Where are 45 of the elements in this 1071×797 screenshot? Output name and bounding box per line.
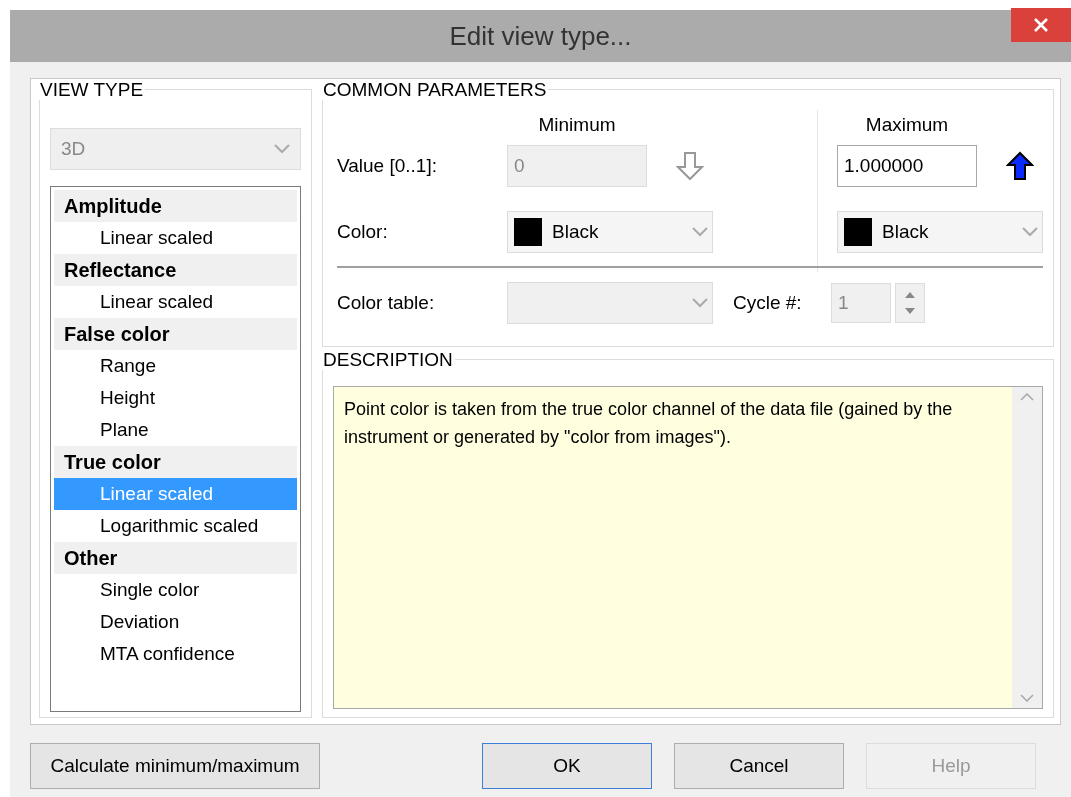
color-name: Black (552, 219, 599, 244)
list-item[interactable]: Plane (54, 414, 297, 446)
down-arrow-icon[interactable] (675, 151, 704, 181)
group-title: COMMON PARAMETERS (321, 80, 549, 100)
scrollbar[interactable] (1012, 387, 1042, 708)
close-icon (1033, 17, 1049, 33)
close-button[interactable] (1011, 8, 1071, 42)
column-heading: Maximum (864, 112, 950, 137)
group-title: DESCRIPTION (321, 350, 455, 370)
dialog-button[interactable]: Cancel (674, 743, 844, 789)
caret-icon (1022, 227, 1038, 237)
list-item[interactable]: Logarithmic scaled (54, 510, 297, 542)
field-label: Cycle #: (733, 290, 803, 315)
caret-icon (692, 298, 708, 308)
up-arrow-icon[interactable] (1005, 151, 1034, 181)
list-item[interactable]: Linear scaled (54, 286, 297, 318)
dropdown-value: 3D (61, 136, 86, 161)
list-group-header: False color (54, 318, 297, 350)
field-label: Color table: (337, 290, 436, 315)
field-label: Color: (337, 219, 389, 244)
list-group-header: Other (54, 542, 297, 574)
dialog-button[interactable]: Calculate minimum/maximum (30, 743, 320, 789)
window-title: Edit view type... (449, 19, 632, 53)
caret-icon (692, 227, 708, 237)
list-item[interactable]: Single color (54, 574, 297, 606)
list-item[interactable]: Range (54, 350, 297, 382)
list-item[interactable]: Deviation (54, 606, 297, 638)
list-item[interactable]: Height (54, 382, 297, 414)
spin-buttons[interactable] (895, 283, 925, 323)
caret-icon (274, 144, 290, 154)
list-group-header: True color (54, 446, 297, 478)
list-item[interactable]: Linear scaled (54, 222, 297, 254)
dialog-button[interactable]: OK (482, 743, 652, 789)
list-group-header: Reflectance (54, 254, 297, 286)
column-heading: Minimum (537, 112, 617, 137)
list-item[interactable]: MTA confidence (54, 638, 297, 670)
value-field[interactable]: 1.000000 (837, 145, 977, 187)
scroll-up-icon[interactable] (1020, 393, 1034, 401)
field-label: Value [0..1]: (337, 153, 438, 178)
color-name: Black (882, 219, 929, 244)
color-dropdown[interactable]: Black (837, 211, 1043, 253)
scroll-down-icon[interactable] (1020, 694, 1034, 702)
description-text: Point color is taken from the true color channel of the data file (gained by the instrument or generated by "color from images"). (343, 398, 954, 449)
list-group-header: Amplitude (54, 190, 297, 222)
group-title: VIEW TYPE (38, 80, 146, 100)
